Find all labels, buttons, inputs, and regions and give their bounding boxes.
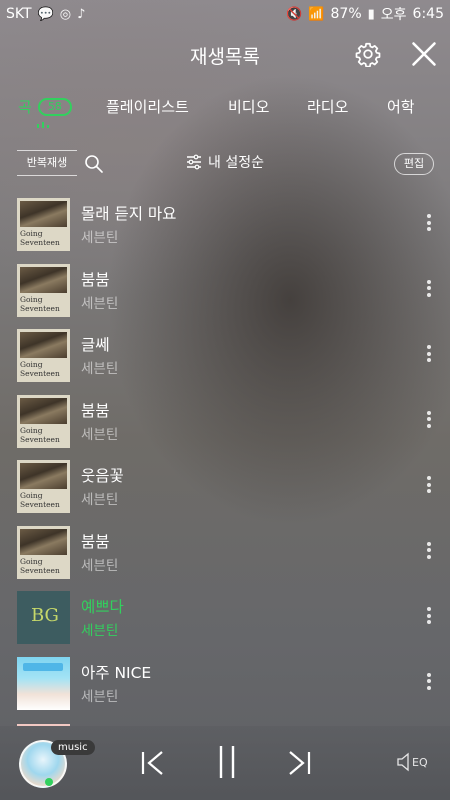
app-icon: ♪ (77, 6, 86, 22)
clock: 6:45 (412, 6, 444, 22)
more-options-icon[interactable] (425, 672, 433, 693)
tab-label: 곡 (18, 98, 32, 116)
track-title: 예쁘다 (81, 598, 124, 616)
next-icon[interactable] (286, 748, 312, 778)
eq-button[interactable]: EQ (396, 751, 428, 773)
tab-video[interactable]: 비디오 (228, 96, 269, 117)
track-artist: 세븐틴 (81, 295, 119, 312)
notification-icon: ◎ (59, 6, 72, 22)
more-options-icon[interactable] (425, 279, 433, 300)
equalizer-indicator-icon (37, 122, 49, 128)
track-row-now-playing[interactable]: BG 예쁘다 세븐틴 (0, 583, 450, 649)
status-bar: SKT 💬 ◎ ♪ 🔇 📶 87% ▮ 오후 6:45 (0, 0, 450, 28)
album-art: Going Seventeen (17, 263, 70, 317)
chat-icon: 💬 (37, 6, 54, 22)
playlist-toolbar: 반복재생 내 설정순 편집 (0, 146, 450, 182)
tab-radio[interactable]: 라디오 (307, 96, 348, 117)
playing-indicator (45, 778, 53, 786)
tab-language[interactable]: 어학 (387, 96, 415, 117)
more-options-icon[interactable] (425, 410, 433, 431)
track-row[interactable]: Going Seventeen 글쎄 세븐틴 (0, 321, 450, 387)
ampm-label: 오후 (380, 7, 407, 23)
more-options-icon[interactable] (425, 607, 433, 627)
track-row[interactable]: Going Seventeen 붐붐 세븐틴 (0, 256, 450, 322)
battery-icon: ▮ (367, 6, 375, 22)
track-artist: 세븐틴 (81, 492, 119, 508)
mute-icon: 🔇 (286, 6, 303, 22)
music-badge: music (51, 740, 95, 755)
track-title: 아주 NICE (81, 663, 152, 682)
album-art (17, 656, 70, 710)
album-art: BG (17, 591, 70, 644)
gear-icon[interactable] (355, 41, 381, 67)
track-title: 글쎄 (81, 336, 110, 354)
header: 재생목록 (0, 28, 450, 82)
tab-songs[interactable]: 곡 58 (18, 96, 72, 117)
album-art: Going Seventeen (17, 329, 70, 382)
song-count-badge: 58 (37, 97, 72, 116)
track-row[interactable]: 아주 NICE 세븐틴 (0, 649, 450, 715)
track-artist: 세븐틴 (81, 688, 119, 705)
more-options-icon[interactable] (425, 345, 433, 365)
album-art: Going Seventeen (17, 525, 70, 579)
pause-icon[interactable] (215, 744, 239, 780)
album-art: Going Seventeen (17, 394, 70, 448)
battery-label: 87% (330, 6, 362, 22)
track-artist: 세븐틴 (81, 426, 119, 443)
tab-playlist[interactable]: 플레이리스트 (106, 96, 189, 117)
track-title: 붐붐 (81, 270, 110, 289)
more-options-icon[interactable] (425, 214, 433, 234)
track-artist: 세븐틴 (81, 557, 119, 574)
sort-label: 내 설정순 (208, 155, 264, 171)
track-row[interactable]: Going Seventeen 몰래 듣지 마요 세븐틴 (0, 190, 450, 256)
track-title: 몰래 듣지 마요 (81, 205, 177, 223)
search-icon[interactable] (84, 154, 104, 174)
track-artist: 세븐틴 (81, 623, 119, 639)
album-art: Going Seventeen (17, 460, 70, 513)
page-title: 재생목록 (190, 45, 260, 68)
track-title: 웃음꽃 (81, 467, 124, 485)
sliders-icon (187, 154, 201, 170)
carrier-label: SKT (6, 6, 32, 22)
wifi-icon: 📶 (308, 6, 325, 22)
repeat-button[interactable]: 반복재생 (17, 150, 77, 176)
track-row[interactable]: Going Seventeen 붐붐 세븐틴 (0, 518, 450, 584)
track-title: 붐붐 (81, 401, 110, 420)
player-bar: music EQ (0, 726, 450, 800)
edit-button[interactable]: 편집 (394, 153, 434, 175)
track-artist: 세븐틴 (81, 230, 119, 246)
track-row[interactable]: Going Seventeen 웃음꽃 세븐틴 (0, 452, 450, 518)
speaker-icon (397, 752, 409, 772)
close-icon[interactable] (410, 40, 438, 68)
track-title: 붐붐 (81, 532, 110, 551)
tab-bar: 곡 58 플레이리스트 비디오 라디오 어학 (0, 84, 450, 130)
more-options-icon[interactable] (425, 476, 433, 496)
album-art: Going Seventeen (17, 198, 70, 251)
eq-label: EQ (412, 755, 428, 769)
track-list: Going Seventeen 몰래 듣지 마요 세븐틴 Going Sevente… (0, 190, 450, 714)
sort-button[interactable]: 내 설정순 (186, 152, 264, 172)
more-options-icon[interactable] (425, 541, 433, 562)
track-artist: 세븐틴 (81, 361, 119, 377)
previous-icon[interactable] (140, 748, 166, 778)
track-row[interactable]: Going Seventeen 붐붐 세븐틴 (0, 387, 450, 453)
